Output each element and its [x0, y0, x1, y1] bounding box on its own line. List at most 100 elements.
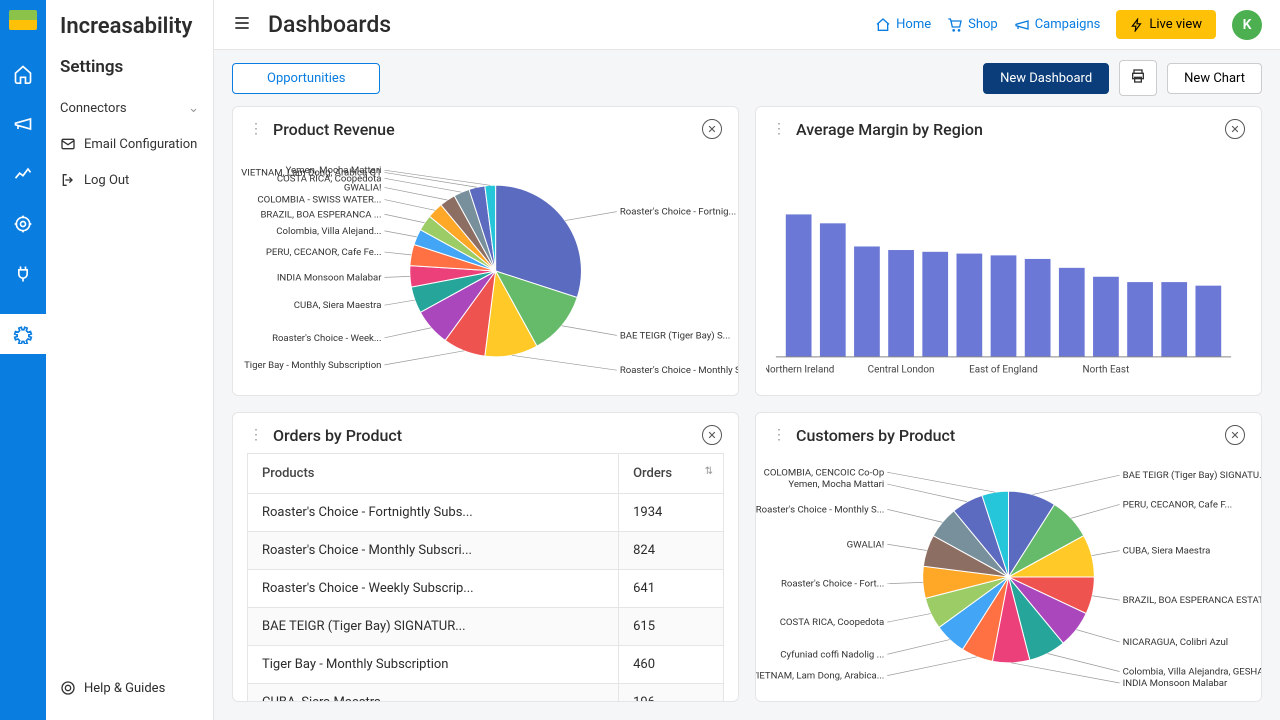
print-button[interactable] [1119, 60, 1157, 96]
svg-text:Roaster's Choice - Monthly Sub: Roaster's Choice - Monthly Subscription [620, 365, 738, 376]
pie-chart-revenue: Roaster's Choice - Fortnig... BAE TEIGR (… [233, 147, 738, 395]
cell-product: Roaster's Choice - Weekly Subscrip... [248, 570, 619, 608]
svg-text:BAE TEIGR (Tiger Bay) S...: BAE TEIGR (Tiger Bay) S... [620, 330, 730, 341]
svg-text:Northern Ireland: Northern Ireland [766, 365, 834, 376]
cell-orders: 460 [619, 646, 724, 684]
actionbar: Opportunities New Dashboard New Chart [214, 50, 1280, 106]
svg-text:CUBA, Siera Maestra: CUBA, Siera Maestra [1123, 546, 1211, 557]
svg-text:PERU, CECANOR, Cafe F...: PERU, CECANOR, Cafe F... [1123, 499, 1233, 510]
svg-text:Roaster's Choice - Fortnig...: Roaster's Choice - Fortnig... [620, 207, 736, 218]
opportunities-button[interactable]: Opportunities [232, 63, 380, 94]
top-home[interactable]: Home [875, 17, 931, 33]
nav-analytics[interactable] [13, 164, 33, 188]
table-row[interactable]: BAE TEIGR (Tiger Bay) SIGNATUR...615 [248, 608, 724, 646]
nav-home[interactable] [13, 64, 33, 88]
drag-handle-icon[interactable]: ⋮ [249, 427, 263, 443]
table-row[interactable]: CUBA, Siera Maestra196 [248, 684, 724, 702]
user-avatar[interactable]: K [1232, 10, 1262, 40]
svg-text:COLOMBIA, CENCOIC Co-Op: COLOMBIA, CENCOIC Co-Op [764, 467, 885, 478]
svg-text:North East: North East [1083, 365, 1130, 376]
svg-text:NICARAGUA, Colibri Azul: NICARAGUA, Colibri Azul [1123, 637, 1229, 648]
svg-text:Colombia, Villa Alejand...: Colombia, Villa Alejand... [276, 226, 381, 237]
svg-text:BRAZIL, BOA ESPERANCA ESTATE: BRAZIL, BOA ESPERANCA ESTATE [1123, 595, 1261, 606]
cell-orders: 824 [619, 532, 724, 570]
new-dashboard-button[interactable]: New Dashboard [983, 63, 1109, 94]
nav-connectors[interactable] [13, 264, 33, 288]
nav-iconbar [0, 0, 46, 720]
sidebar-item-logout[interactable]: Log Out [60, 162, 199, 198]
svg-text:Central London: Central London [868, 365, 935, 376]
svg-text:INDIA Monsoon Malabar: INDIA Monsoon Malabar [277, 272, 382, 283]
cell-orders: 615 [619, 608, 724, 646]
svg-text:COLOMBIA - SWISS WATER...: COLOMBIA - SWISS WATER... [257, 195, 381, 206]
svg-text:Tiger Bay - Monthly Subscripti: Tiger Bay - Monthly Subscription [244, 360, 381, 371]
svg-text:Roaster's Choice - Fort...: Roaster's Choice - Fort... [781, 579, 884, 590]
table-row[interactable]: Tiger Bay - Monthly Subscription460 [248, 646, 724, 684]
close-card-button[interactable]: ✕ [1225, 119, 1245, 139]
sidebar-item-label: Log Out [84, 173, 129, 188]
sidebar-item-label: Connectors [60, 101, 127, 116]
help-icon [60, 680, 76, 696]
col-products[interactable]: Products [248, 454, 619, 494]
sidebar-item-help[interactable]: Help & Guides [60, 670, 199, 706]
close-card-button[interactable]: ✕ [702, 425, 722, 445]
svg-text:Cyfuniad coffi Nadolig ...: Cyfuniad coffi Nadolig ... [780, 649, 884, 660]
cell-orders: 196 [619, 684, 724, 702]
sidebar-item-label: Help & Guides [84, 681, 165, 696]
card-title: Orders by Product [273, 426, 692, 445]
card-title: Average Margin by Region [796, 120, 1215, 139]
table-row[interactable]: Roaster's Choice - Fortnightly Subs...19… [248, 494, 724, 532]
brand: Increasability [60, 14, 199, 39]
sidebar-heading: Settings [60, 57, 199, 77]
drag-handle-icon[interactable]: ⋮ [249, 121, 263, 137]
svg-text:GWALIA!: GWALIA! [847, 539, 885, 550]
svg-text:CUBA, Siera Maestra: CUBA, Siera Maestra [294, 300, 382, 311]
close-card-button[interactable]: ✕ [1225, 425, 1245, 445]
svg-text:PERU, CECANOR, Cafe Fe...: PERU, CECANOR, Cafe Fe... [266, 247, 382, 258]
page-title: Dashboards [268, 11, 391, 38]
card-product-revenue: ⋮ Product Revenue ✕ Roaster's Choice - F… [232, 106, 739, 396]
orders-table: Products Orders⇅ Roaster's Choice - Fort… [247, 453, 724, 701]
svg-text:BAE TEIGR (Tiger Bay) SIGNATU: BAE TEIGR (Tiger Bay) SIGNATU... [1123, 470, 1261, 481]
lightning-icon [1130, 18, 1144, 32]
chevron-down-icon: ⌄ [188, 101, 199, 116]
card-customers: ⋮ Customers by Product ✕ BAE TEIGR (Tige… [755, 412, 1262, 702]
close-card-button[interactable]: ✕ [702, 119, 722, 139]
top-shop[interactable]: Shop [947, 17, 998, 33]
svg-text:Yemen, Mocha Mattari: Yemen, Mocha Mattari [286, 165, 382, 176]
cell-product: Roaster's Choice - Fortnightly Subs... [248, 494, 619, 532]
sort-icon: ⇅ [705, 466, 713, 477]
card-title: Customers by Product [796, 426, 1215, 445]
col-orders[interactable]: Orders⇅ [619, 454, 724, 494]
nav-settings[interactable] [0, 314, 46, 354]
card-title: Product Revenue [273, 120, 692, 139]
app-logo-icon [9, 10, 37, 30]
new-chart-button[interactable]: New Chart [1167, 63, 1262, 94]
svg-text:BRAZIL, BOA ESPERANCA ...: BRAZIL, BOA ESPERANCA ... [260, 209, 381, 220]
pie-chart-customers: BAE TEIGR (Tiger Bay) SIGNATU... PERU, CE… [756, 453, 1261, 701]
live-view-button[interactable]: Live view [1116, 10, 1216, 39]
svg-text:COSTA RICA, Coopedota: COSTA RICA, Coopedota [780, 617, 885, 628]
svg-text:East of England: East of England [969, 365, 1038, 376]
card-orders: ⋮ Orders by Product ✕ Products Orders⇅ R… [232, 412, 739, 702]
top-campaigns[interactable]: Campaigns [1014, 17, 1101, 33]
settings-sidebar: Increasability Settings Connectors ⌄ Ema… [46, 0, 214, 720]
menu-toggle[interactable] [232, 13, 252, 37]
table-row[interactable]: Roaster's Choice - Weekly Subscrip...641 [248, 570, 724, 608]
svg-text:Roaster's Choice - Week...: Roaster's Choice - Week... [272, 333, 381, 344]
bar-chart-margin: Northern Ireland Central London East of En… [756, 147, 1261, 396]
cell-product: Roaster's Choice - Monthly Subscri... [248, 532, 619, 570]
svg-text:VIETNAM, Lam Dong, Arabica...: VIETNAM, Lam Dong, Arabica... [756, 671, 884, 682]
cell-product: CUBA, Siera Maestra [248, 684, 619, 702]
mail-icon [60, 136, 76, 152]
nav-targeting[interactable] [13, 214, 33, 238]
sidebar-item-email[interactable]: Email Configuration [60, 126, 199, 162]
drag-handle-icon[interactable]: ⋮ [772, 427, 786, 443]
topbar: Dashboards Home Shop Campaigns Live view… [214, 0, 1280, 50]
sidebar-item-connectors[interactable]: Connectors ⌄ [60, 91, 199, 126]
drag-handle-icon[interactable]: ⋮ [772, 121, 786, 137]
cell-product: Tiger Bay - Monthly Subscription [248, 646, 619, 684]
table-row[interactable]: Roaster's Choice - Monthly Subscri...824 [248, 532, 724, 570]
nav-campaigns[interactable] [13, 114, 33, 138]
card-average-margin: ⋮ Average Margin by Region ✕ Northern Ir… [755, 106, 1262, 396]
